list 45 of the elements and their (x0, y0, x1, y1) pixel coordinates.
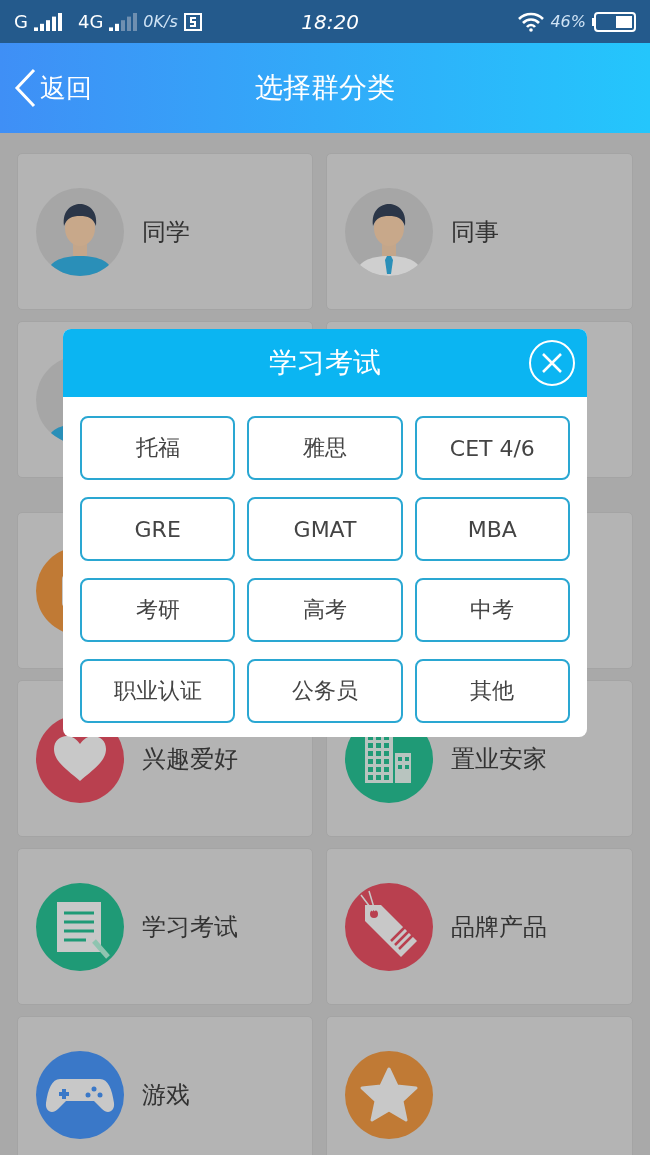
sim-icon (183, 12, 202, 31)
category-label: 置业安家 (451, 743, 547, 775)
category-card[interactable]: 同学 (17, 153, 313, 310)
category-card[interactable]: 同事 (326, 153, 633, 310)
price-tag-icon (345, 882, 433, 971)
option-button[interactable]: 考研 (80, 578, 236, 642)
category-card[interactable]: 学习考试 (17, 848, 313, 1005)
category-card[interactable]: 品牌产品 (326, 848, 633, 1005)
avatar-icon (36, 187, 124, 276)
option-button[interactable]: 职业认证 (80, 659, 236, 723)
network-type: G (14, 11, 28, 32)
category-card[interactable] (326, 1016, 633, 1155)
option-button[interactable]: GRE (80, 497, 236, 561)
category-label: 同学 (142, 216, 190, 248)
close-icon (541, 352, 563, 374)
avatar-icon (345, 187, 433, 276)
signal-icon (109, 12, 138, 31)
dialog-title: 学习考试 (269, 345, 381, 381)
close-button[interactable] (529, 340, 575, 386)
category-label: 游戏 (142, 1079, 190, 1111)
network-speed: 0K/s (143, 12, 178, 31)
chevron-left-icon (14, 68, 36, 108)
category-label: 学习考试 (142, 911, 238, 943)
wifi-icon (518, 11, 545, 32)
network-type: 4G (77, 11, 104, 32)
document-icon (36, 882, 124, 971)
category-label: 兴趣爱好 (142, 743, 238, 775)
option-button[interactable]: 公务员 (247, 659, 403, 723)
option-button[interactable]: CET 4/6 (414, 416, 570, 480)
option-button[interactable]: 高考 (247, 578, 403, 642)
category-label: 同事 (451, 216, 499, 248)
clock-time: 18:20 (301, 9, 360, 34)
page-title: 选择群分类 (255, 71, 395, 104)
option-button[interactable]: GMAT (247, 497, 403, 561)
option-button[interactable]: 雅思 (247, 416, 403, 480)
battery-percent: 46% (550, 12, 586, 31)
battery-icon (592, 11, 636, 32)
category-card[interactable]: 游戏 (17, 1016, 313, 1155)
option-button[interactable]: 中考 (414, 578, 570, 642)
option-button[interactable]: 其他 (414, 659, 570, 723)
category-label: 品牌产品 (451, 911, 547, 943)
option-button[interactable]: MBA (414, 497, 570, 561)
gamepad-icon (36, 1050, 124, 1139)
option-button[interactable]: 托福 (80, 416, 236, 480)
signal-icon (33, 12, 62, 31)
